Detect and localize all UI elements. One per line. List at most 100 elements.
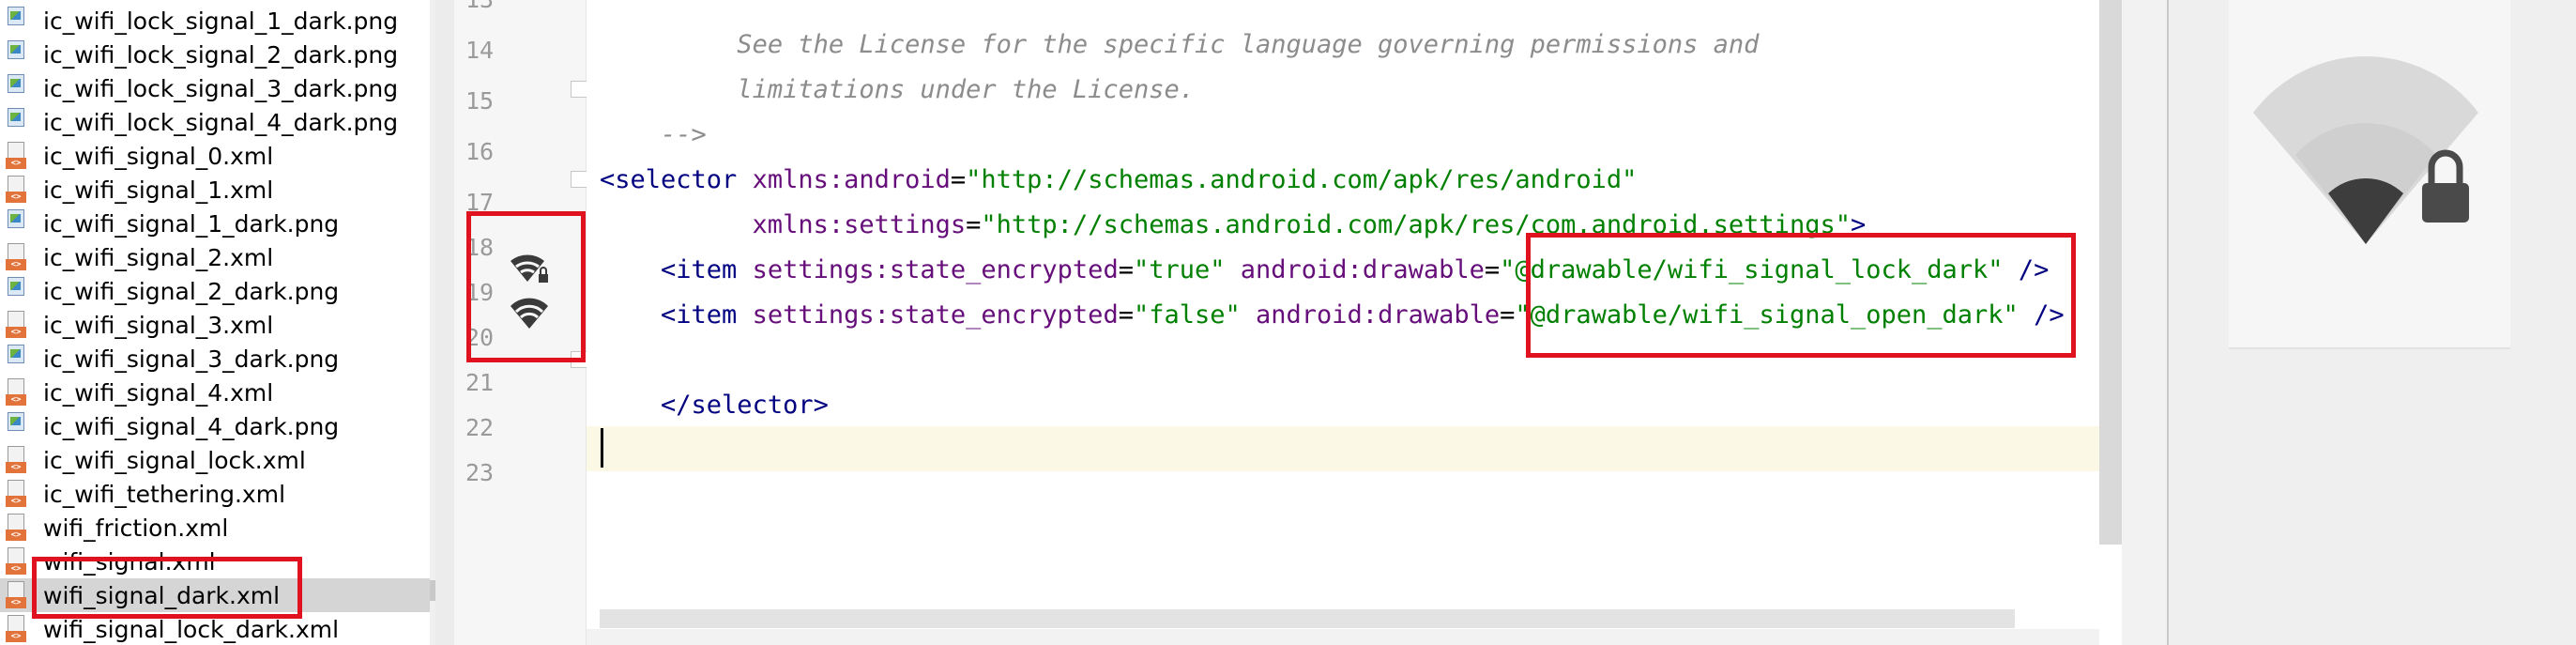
file-tree-item[interactable]: <> ic_wifi_signal_1.xml xyxy=(0,173,435,207)
file-name-label: ic_wifi_signal_1_dark.png xyxy=(43,209,340,238)
project-file-tree: ic_wifi_lock_signal_1_dark.png ic_wifi_lo… xyxy=(0,0,435,645)
attribute-value: "http://schemas.android.com/apk/res/com.… xyxy=(981,210,1851,239)
file-name-label: ic_wifi_signal_2.xml xyxy=(43,243,274,271)
file-tree-item[interactable]: <> wifi_friction.xml xyxy=(0,511,435,545)
file-tree-item[interactable]: <> wifi_signal.xml xyxy=(0,545,435,578)
file-tree-item[interactable]: ic_wifi_signal_4_dark.png xyxy=(0,409,435,443)
line-number: 22 xyxy=(465,414,495,441)
file-name-label: ic_wifi_signal_2_dark.png xyxy=(43,277,340,305)
file-name-label: ic_wifi_signal_3.xml xyxy=(43,311,274,339)
fold-marker-icon[interactable] xyxy=(571,351,587,368)
xml-attribute: settings:state_encrypted xyxy=(737,255,1119,284)
comment-text: limitations under the License. xyxy=(661,75,1195,104)
file-name-label: ic_wifi_signal_4.xml xyxy=(43,378,274,407)
line-number: 19 xyxy=(465,279,495,306)
comment-end: --> xyxy=(661,120,707,149)
line-number: 16 xyxy=(465,138,495,165)
wifi-icon[interactable] xyxy=(507,295,552,332)
xml-file-icon: <> xyxy=(6,446,34,474)
file-name-label: ic_wifi_signal_3_dark.png xyxy=(43,345,340,373)
file-name-label: ic_wifi_lock_signal_4_dark.png xyxy=(43,108,399,136)
xml-file-icon: <> xyxy=(6,615,34,643)
file-name-label: wifi_signal_lock_dark.xml xyxy=(43,615,340,643)
file-name-label: ic_wifi_signal_0.xml xyxy=(43,142,274,170)
file-name-label: ic_wifi_lock_signal_2_dark.png xyxy=(43,40,399,69)
xml-tag: <item xyxy=(600,255,738,284)
xml-file-icon: <> xyxy=(6,581,34,609)
line-number: 14 xyxy=(465,37,495,64)
text-caret xyxy=(601,428,603,468)
file-tree-item[interactable]: ic_wifi_lock_signal_1_dark.png xyxy=(0,4,435,38)
code-editor[interactable]: See the License for the specific languag… xyxy=(587,0,2099,645)
file-name-label: wifi_signal.xml xyxy=(43,547,216,576)
png-file-icon xyxy=(6,209,34,238)
code-line: <selector xmlns:android="http://schemas.… xyxy=(600,158,1637,203)
xml-tag: <item xyxy=(600,300,738,330)
line-number: 21 xyxy=(465,369,495,396)
fold-marker-icon[interactable] xyxy=(571,171,587,188)
xml-attribute: settings:state_encrypted xyxy=(737,300,1119,330)
horizontal-scrollbar[interactable] xyxy=(600,609,2015,628)
file-tree-item[interactable]: <> ic_wifi_signal_2.xml xyxy=(0,240,435,274)
file-tree-item[interactable]: <> wifi_signal_dark.xml xyxy=(0,578,435,612)
png-file-icon xyxy=(6,108,34,136)
file-tree-item[interactable]: ic_wifi_lock_signal_4_dark.png xyxy=(0,105,435,139)
png-file-icon xyxy=(6,277,34,305)
file-tree-item[interactable]: <> wifi_signal_lock_dark.xml xyxy=(0,612,435,645)
xml-tag: </selector> xyxy=(661,391,829,420)
fold-marker-icon[interactable] xyxy=(571,81,587,98)
xml-file-icon: <> xyxy=(6,311,34,339)
file-tree-item[interactable]: <> ic_wifi_signal_0.xml xyxy=(0,139,435,173)
file-tree-item[interactable]: <> ic_wifi_tethering.xml xyxy=(0,477,435,511)
xml-file-icon: <> xyxy=(6,142,34,170)
line-number: 23 xyxy=(465,459,495,486)
wifi-lock-icon xyxy=(2253,56,2478,244)
drawable-reference[interactable]: "@drawable/wifi_signal_open_dark" xyxy=(1515,300,2018,330)
wifi-lock-icon[interactable] xyxy=(507,250,552,287)
line-number: 17 xyxy=(465,189,495,216)
equals-sign: = xyxy=(1118,300,1134,330)
equals-sign: = xyxy=(950,165,967,194)
file-tree-item[interactable]: ic_wifi_lock_signal_2_dark.png xyxy=(0,38,435,71)
xml-file-icon: <> xyxy=(6,480,34,508)
file-tree-item[interactable]: <> ic_wifi_signal_4.xml xyxy=(0,376,435,409)
xml-file-icon: <> xyxy=(6,243,34,271)
file-tree-item[interactable]: ic_wifi_lock_signal_3_dark.png xyxy=(0,71,435,105)
xml-file-icon: <> xyxy=(6,378,34,407)
file-tree-item[interactable]: ic_wifi_signal_3_dark.png xyxy=(0,342,435,376)
file-name-label: wifi_signal_dark.xml xyxy=(43,581,281,609)
code-line: See the License for the specific languag… xyxy=(600,0,1759,59)
xml-attribute: xmlns:android xyxy=(737,165,951,194)
xml-attribute: xmlns:settings xyxy=(600,210,967,239)
file-name-label: wifi_friction.xml xyxy=(43,514,229,542)
file-name-label: ic_wifi_tethering.xml xyxy=(43,480,286,508)
file-name-label: ic_wifi_lock_signal_3_dark.png xyxy=(43,74,399,102)
drawable-reference[interactable]: "@drawable/wifi_signal_lock_dark" xyxy=(1500,255,2003,284)
vertical-scrollbar[interactable] xyxy=(2099,0,2122,545)
file-name-label: ic_wifi_lock_signal_1_dark.png xyxy=(43,7,399,35)
file-tree-item[interactable]: <> ic_wifi_signal_lock.xml xyxy=(0,443,435,477)
file-tree-item[interactable]: ic_wifi_signal_2_dark.png xyxy=(0,274,435,308)
equals-sign: = xyxy=(1118,255,1134,284)
equals-sign: = xyxy=(1500,300,1516,330)
code-line: <item settings:state_encrypted="false" a… xyxy=(600,293,2065,338)
png-file-icon xyxy=(6,412,34,440)
code-line: xmlns:settings="http://schemas.android.c… xyxy=(600,203,1867,248)
attribute-value: "true" xyxy=(1133,255,1226,284)
xml-tag-close: /> xyxy=(2018,300,2065,330)
png-file-icon xyxy=(6,40,34,69)
xml-tag-close: > xyxy=(1850,210,1867,239)
editor-right-margin xyxy=(2122,0,2169,645)
equals-sign: = xyxy=(966,210,982,239)
file-name-label: ic_wifi_signal_4_dark.png xyxy=(43,412,340,440)
equals-sign: = xyxy=(1484,255,1501,284)
line-number: 18 xyxy=(465,234,495,261)
png-file-icon xyxy=(6,74,34,102)
file-tree-item[interactable]: <> ic_wifi_signal_3.xml xyxy=(0,308,435,342)
xml-file-icon: <> xyxy=(6,514,34,542)
line-number: 15 xyxy=(465,87,495,115)
line-number: 13 xyxy=(465,0,512,23)
file-tree-item[interactable]: ic_wifi_signal_1_dark.png xyxy=(0,207,435,240)
panel-divider[interactable] xyxy=(435,0,454,645)
code-line: </selector> xyxy=(600,338,829,420)
